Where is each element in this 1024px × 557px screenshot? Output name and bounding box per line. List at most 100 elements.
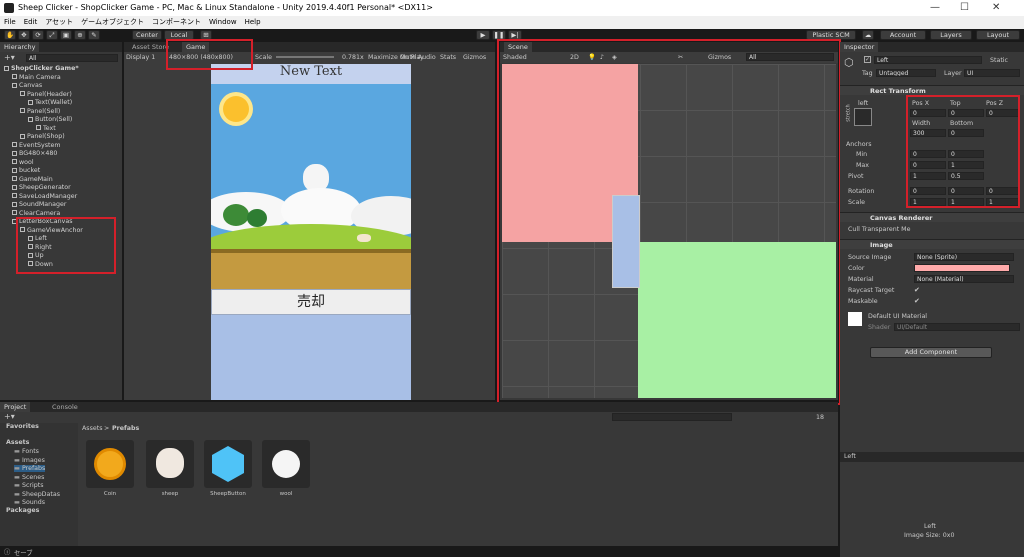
material-field[interactable]: None (Material) xyxy=(914,275,1014,283)
add-icon[interactable]: +▾ xyxy=(4,412,15,421)
folder-item[interactable]: ▬ Prefabs xyxy=(14,465,46,472)
favorites-item[interactable]: Favorites xyxy=(6,423,39,430)
menu-gameobject[interactable]: ゲームオブジェクト xyxy=(81,16,144,29)
folder-item[interactable]: ▬ SheepDatas xyxy=(14,491,60,498)
tab-project[interactable]: Project xyxy=(0,402,31,412)
asset-sheep[interactable] xyxy=(146,440,194,488)
minimize-icon[interactable]: — xyxy=(930,2,940,13)
scale-slider[interactable] xyxy=(276,56,334,58)
layout-dropdown[interactable]: Layout xyxy=(976,30,1020,40)
layer-dropdown[interactable]: UI xyxy=(964,69,1020,77)
folder-item[interactable]: ▬ Scenes xyxy=(14,474,44,481)
canvas-renderer-header[interactable]: Canvas Renderer xyxy=(840,212,1024,222)
menu-help[interactable]: Help xyxy=(245,16,261,29)
packages-item[interactable]: Packages xyxy=(6,507,39,514)
menu-assets[interactable]: アセット xyxy=(45,16,73,29)
menu-edit[interactable]: Edit xyxy=(24,16,38,29)
add-component-button[interactable]: Add Component xyxy=(870,347,992,358)
hierarchy-item[interactable]: Button(Sell) xyxy=(28,116,72,125)
tab-inspector[interactable]: Inspector xyxy=(840,42,879,52)
material-label: Material xyxy=(848,276,874,283)
mute-audio-toggle[interactable]: Mute Audio xyxy=(400,52,436,63)
gameobject-icon xyxy=(12,210,17,215)
scale-tool-icon[interactable]: ⤢ xyxy=(46,30,58,40)
tag-dropdown[interactable]: Untagged xyxy=(876,69,936,77)
hierarchy-item[interactable]: Canvas xyxy=(12,82,42,91)
hierarchy-item[interactable]: Panel(Sell) xyxy=(20,108,60,117)
tab-hierarchy[interactable]: Hierarchy xyxy=(0,42,40,52)
tab-console[interactable]: Console xyxy=(48,402,82,412)
gizmos-dropdown[interactable]: Gizmos xyxy=(463,52,486,63)
breadcrumb-assets[interactable]: Assets xyxy=(82,425,103,432)
hierarchy-item[interactable]: Panel(Shop) xyxy=(20,133,65,142)
hierarchy-item[interactable]: BG480×480 xyxy=(12,150,57,159)
hierarchy-item[interactable]: Main Camera xyxy=(12,74,61,83)
gameobject-icon xyxy=(28,99,33,105)
menu-bar: File Edit アセット ゲームオブジェクト コンポーネント Window Help xyxy=(0,16,1024,29)
hierarchy-item[interactable]: Text xyxy=(36,125,56,134)
hierarchy-item[interactable]: SaveLoadManager xyxy=(12,193,77,202)
project-tabs: Project Console xyxy=(0,402,838,412)
folder-item[interactable]: ▬ Sounds xyxy=(14,499,45,506)
folder-item[interactable]: ▬ Scripts xyxy=(14,482,44,489)
hierarchy-item[interactable]: Text(Wallet) xyxy=(28,99,72,108)
anchors-label[interactable]: Anchors xyxy=(846,141,871,148)
folder-item[interactable]: ▬ Images xyxy=(14,457,45,464)
transform-tool-icon[interactable]: ⊕ xyxy=(74,30,86,40)
shader-dropdown[interactable]: UI/Default xyxy=(894,323,1020,331)
anchor-preset-button[interactable] xyxy=(854,108,872,126)
active-checkbox[interactable]: ✓ xyxy=(864,56,871,63)
asset-coin[interactable] xyxy=(86,440,134,488)
account-dropdown[interactable]: Account xyxy=(880,30,926,40)
maximize-icon[interactable]: ☐ xyxy=(960,2,969,13)
color-field[interactable] xyxy=(914,264,1010,272)
preview-dropdown[interactable]: Left xyxy=(844,453,856,460)
hierarchy-item[interactable]: ShopClicker Game* xyxy=(4,65,79,74)
scale-label: Scale xyxy=(255,54,272,61)
play-icon[interactable]: ▶ xyxy=(476,30,490,40)
menu-component[interactable]: コンポーネント xyxy=(152,16,201,29)
display-dropdown[interactable]: Display 1 xyxy=(126,52,155,63)
asset-sheepbutton[interactable] xyxy=(204,440,252,488)
hierarchy-item[interactable]: SheepGenerator xyxy=(12,184,71,193)
rotate-tool-icon[interactable]: ⟳ xyxy=(32,30,44,40)
gameobject-icon xyxy=(28,116,33,122)
maskable-checkbox[interactable]: ✔ xyxy=(914,297,920,305)
hierarchy-item[interactable]: SoundManager xyxy=(12,201,66,210)
hierarchy-item[interactable]: Panel(Header) xyxy=(20,91,72,100)
add-icon[interactable]: +▾ xyxy=(4,53,15,62)
image-header[interactable]: Image xyxy=(840,239,1024,249)
source-image-field[interactable]: None (Sprite) xyxy=(914,253,1014,261)
asset-label: Coin xyxy=(103,491,117,497)
hierarchy-item[interactable]: bucket xyxy=(12,167,40,176)
asset-wool[interactable] xyxy=(262,440,310,488)
hierarchy-item-label: SheepGenerator xyxy=(19,184,71,191)
project-search-input[interactable] xyxy=(612,413,732,421)
menu-file[interactable]: File xyxy=(4,16,16,29)
hierarchy-item[interactable]: EventSystem xyxy=(12,142,61,151)
static-toggle[interactable]: Static xyxy=(990,57,1008,64)
hierarchy-item[interactable]: GameMain xyxy=(12,176,53,185)
custom-tool-icon[interactable]: ✎ xyxy=(88,30,100,40)
hierarchy-item[interactable]: wool xyxy=(12,159,34,168)
gameobject-icon xyxy=(12,176,17,181)
sell-button[interactable]: 売却 xyxy=(211,289,411,315)
move-tool-icon[interactable]: ✥ xyxy=(18,30,30,40)
folder-item[interactable]: ▬ Fonts xyxy=(14,448,39,455)
pivot-center-button[interactable]: Center xyxy=(132,30,162,40)
cloud-icon[interactable]: ☁ xyxy=(862,30,874,40)
layers-dropdown[interactable]: Layers xyxy=(930,30,972,40)
hierarchy-item-label: Panel(Shop) xyxy=(27,133,65,140)
hand-tool-icon[interactable]: ✋ xyxy=(4,30,16,40)
close-icon[interactable]: ✕ xyxy=(992,2,1000,13)
scale-value: 0.781x xyxy=(342,54,364,61)
stats-toggle[interactable]: Stats xyxy=(440,52,456,63)
assets-item[interactable]: Assets xyxy=(6,439,29,446)
raycast-checkbox[interactable]: ✔ xyxy=(914,286,920,294)
hierarchy-search-input[interactable]: All xyxy=(26,54,118,62)
breadcrumb-prefabs[interactable]: Prefabs xyxy=(112,425,139,432)
rect-tool-icon[interactable]: ▣ xyxy=(60,30,72,40)
menu-window[interactable]: Window xyxy=(209,16,237,29)
rect-transform-header[interactable]: Rect Transform xyxy=(840,85,1024,95)
object-name-input[interactable]: Left xyxy=(874,56,982,64)
